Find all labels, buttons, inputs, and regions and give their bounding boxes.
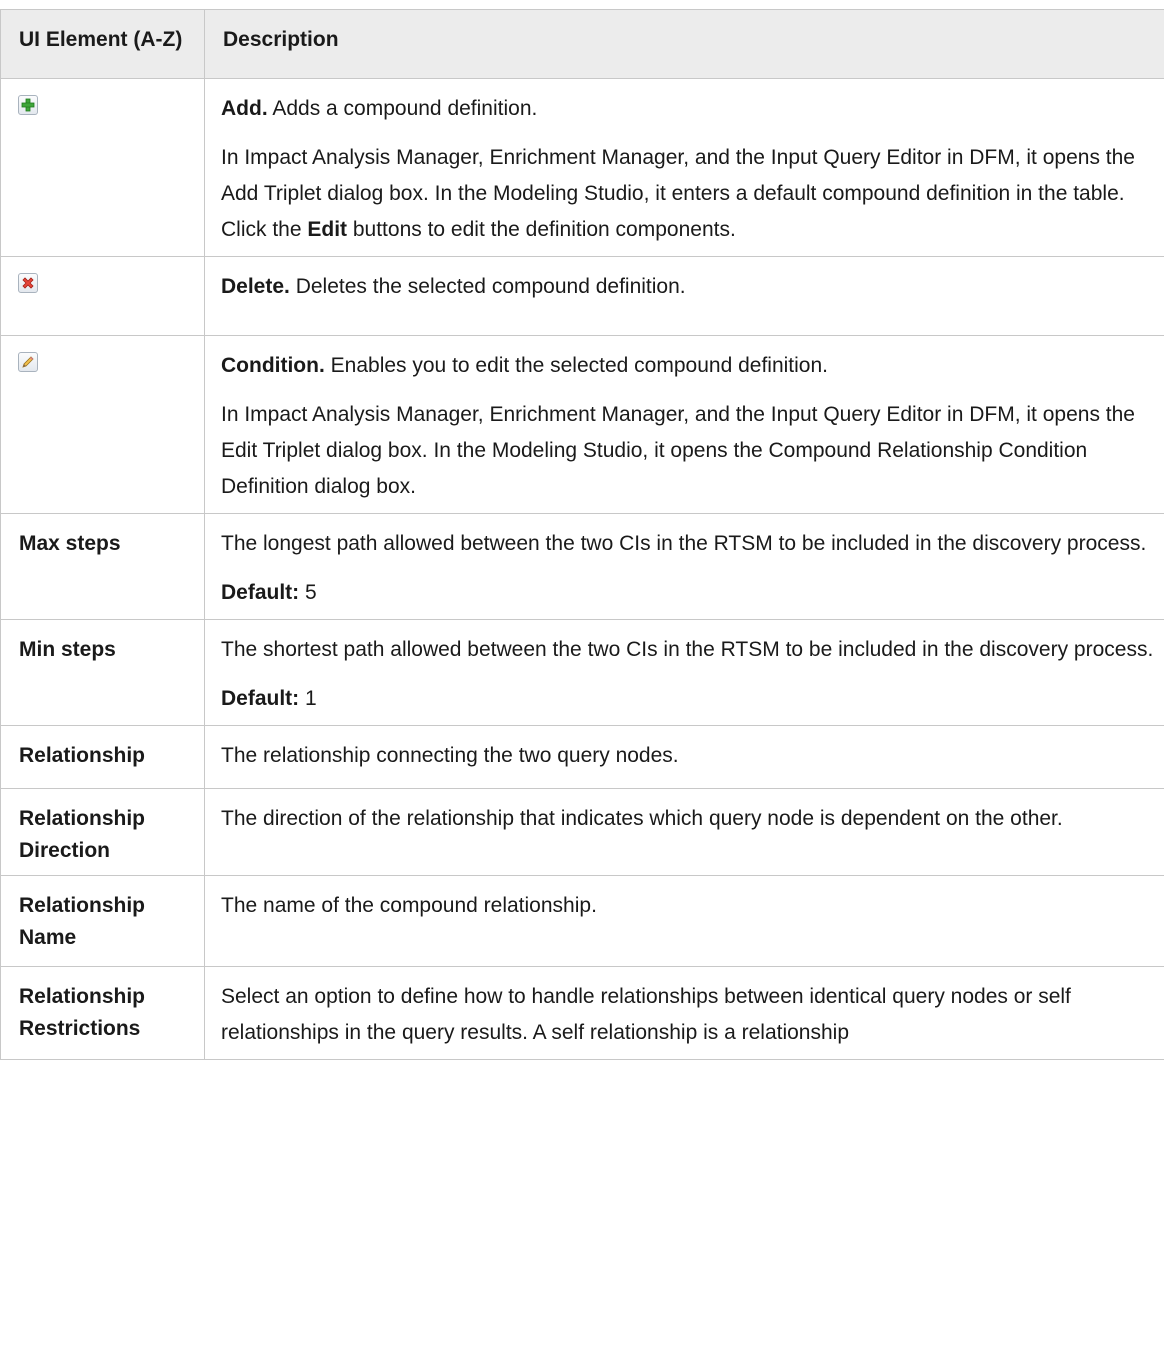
table-header-row: UI Element (A-Z) Description (0, 9, 1164, 79)
edit-pencil-icon (18, 352, 38, 372)
add-icon (18, 95, 38, 115)
description-cell: The name of the compound relationship. (204, 875, 1164, 967)
table-row: Condition. Enables you to edit the selec… (0, 335, 1164, 514)
element-label: Relationship Direction (0, 788, 205, 876)
description-cell: Select an option to define how to handle… (204, 966, 1164, 1060)
description-cell: Add. Adds a compound definition. In Impa… (204, 78, 1164, 257)
default-value: Default: 5 (221, 581, 317, 604)
description-paragraph: The shortest path allowed between the tw… (221, 638, 1154, 661)
header-ui-element: UI Element (A-Z) (0, 9, 205, 79)
description-paragraph: The longest path allowed between the two… (221, 532, 1147, 555)
table-row: Relationship Name The name of the compou… (0, 875, 1164, 967)
element-label: Relationship Name (0, 875, 205, 967)
description-paragraph: The relationship connecting the two quer… (221, 744, 679, 767)
description-paragraph: Select an option to define how to handle… (221, 985, 1071, 1044)
element-cell (0, 78, 205, 257)
element-label: Relationship Restrictions (0, 966, 205, 1060)
element-label: Min steps (0, 619, 205, 726)
element-cell (0, 256, 205, 336)
delete-icon (18, 273, 38, 293)
header-description: Description (204, 9, 1164, 79)
description-paragraph: The name of the compound relationship. (221, 894, 597, 917)
description-cell: Condition. Enables you to edit the selec… (204, 335, 1164, 514)
table-row: Relationship Direction The direction of … (0, 788, 1164, 876)
ui-elements-table: UI Element (A-Z) Description Add. Adds a… (0, 9, 1164, 1060)
description-paragraph: Delete. Deletes the selected compound de… (221, 275, 686, 298)
element-label: Max steps (0, 513, 205, 620)
description-paragraph: Add. Adds a compound definition. (221, 97, 538, 120)
description-cell: The longest path allowed between the two… (204, 513, 1164, 620)
description-paragraph: In Impact Analysis Manager, Enrichment M… (221, 403, 1135, 498)
element-cell (0, 335, 205, 514)
table-row: Add. Adds a compound definition. In Impa… (0, 78, 1164, 257)
description-cell: The relationship connecting the two quer… (204, 725, 1164, 789)
description-cell: The direction of the relationship that i… (204, 788, 1164, 876)
element-label: Relationship (0, 725, 205, 789)
table-row: Relationship The relationship connecting… (0, 725, 1164, 789)
table-row: Relationship Restrictions Select an opti… (0, 966, 1164, 1060)
description-cell: The shortest path allowed between the tw… (204, 619, 1164, 726)
description-paragraph: In Impact Analysis Manager, Enrichment M… (221, 146, 1135, 241)
default-value: Default: 1 (221, 687, 317, 710)
table-row: Max steps The longest path allowed betwe… (0, 513, 1164, 620)
table-row: Min steps The shortest path allowed betw… (0, 619, 1164, 726)
description-paragraph: Condition. Enables you to edit the selec… (221, 354, 828, 377)
table-row: Delete. Deletes the selected compound de… (0, 256, 1164, 336)
description-cell: Delete. Deletes the selected compound de… (204, 256, 1164, 336)
description-paragraph: The direction of the relationship that i… (221, 807, 1063, 830)
